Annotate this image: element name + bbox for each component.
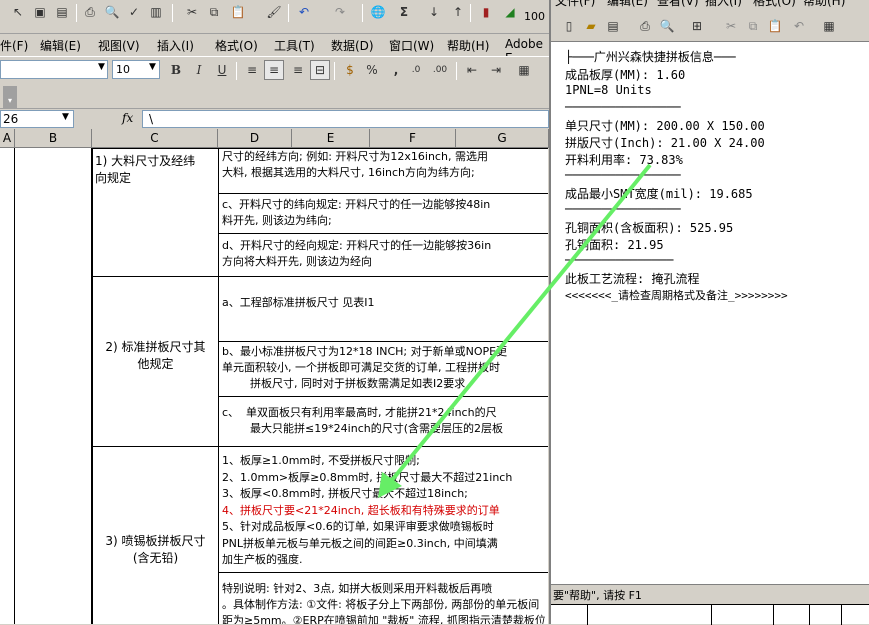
annotation-arrow xyxy=(378,163,652,498)
arrow-shaft xyxy=(386,163,652,487)
arrow-head xyxy=(378,472,402,498)
